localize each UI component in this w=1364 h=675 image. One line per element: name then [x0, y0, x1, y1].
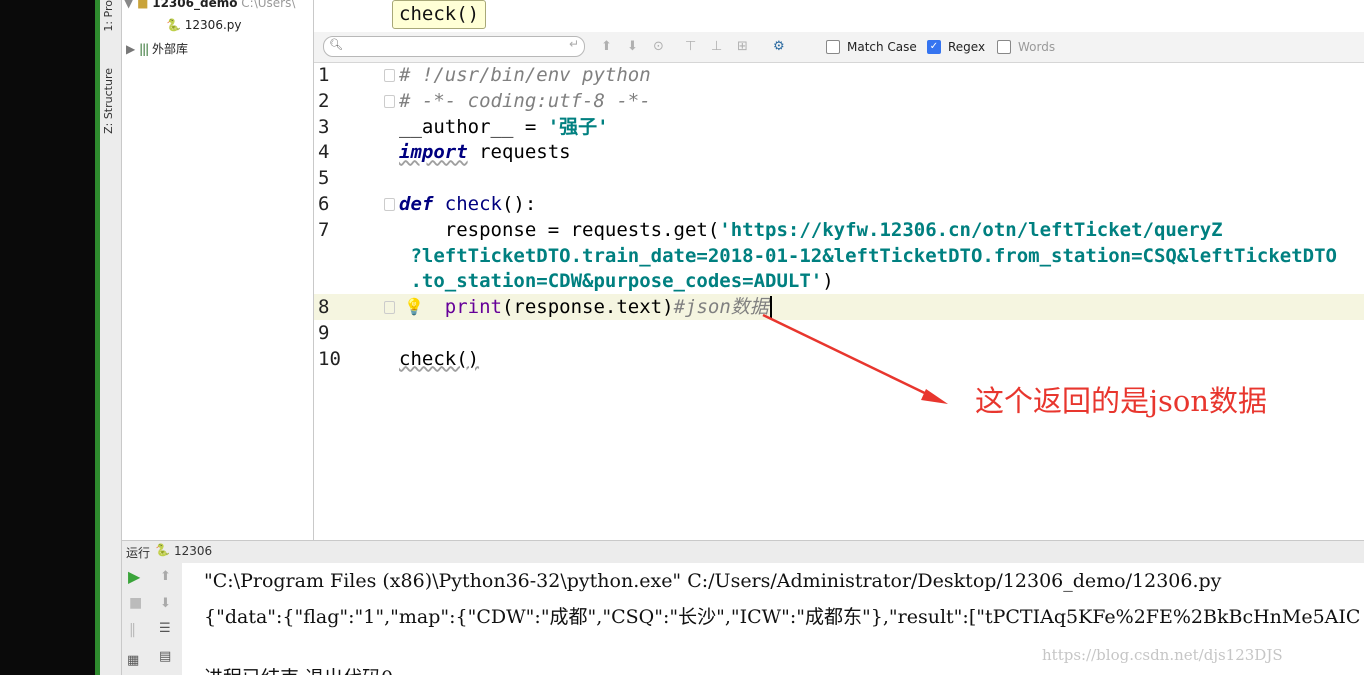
- stop-icon[interactable]: ■: [129, 595, 142, 611]
- rerun-icon[interactable]: ▶: [128, 567, 140, 586]
- python-run-icon: 🐍: [155, 543, 170, 557]
- watermark: https://blog.csdn.net/djs123DJS: [1042, 646, 1283, 664]
- console-line: {"data":{"flag":"1","map":{"CDW":"成都","C…: [204, 606, 1361, 628]
- print-icon[interactable]: ▤: [159, 649, 171, 664]
- layout-icon[interactable]: ▦: [127, 653, 139, 668]
- pause-icon[interactable]: ‖: [129, 622, 136, 638]
- scroll-down-icon[interactable]: ⬇: [160, 596, 171, 611]
- run-toolbar: ▶ ⬆ ■ ⬇ ‖ ☰ ▦ ▤: [122, 563, 182, 675]
- scroll-up-icon[interactable]: ⬆: [160, 569, 171, 584]
- run-config-name[interactable]: 12306: [174, 544, 212, 558]
- soft-wrap-icon[interactable]: ☰: [159, 621, 171, 636]
- run-label: 运行: [126, 546, 151, 560]
- run-panel-header: 运行 🐍 12306: [122, 540, 1364, 563]
- console-line: "C:\Program Files (x86)\Python36-32\pyth…: [204, 570, 1222, 592]
- console-line: 进程已结束,退出代码0: [204, 663, 393, 675]
